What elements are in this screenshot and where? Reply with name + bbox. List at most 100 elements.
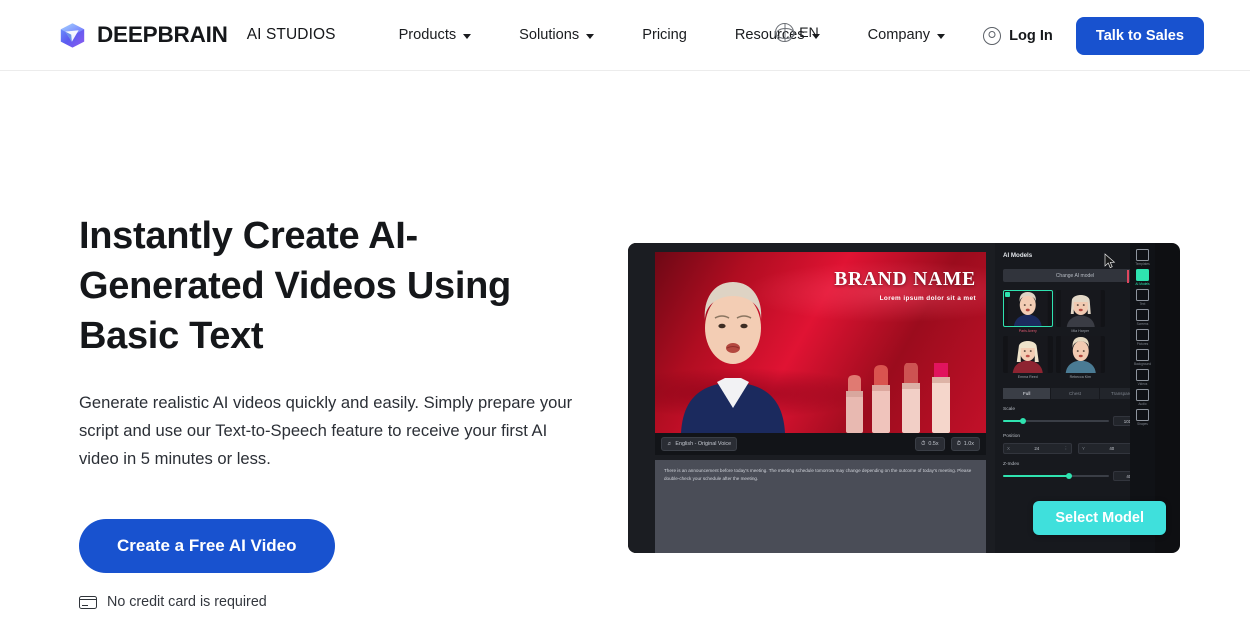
chevron-down-icon [463, 33, 472, 39]
model-thumbnail [1003, 336, 1053, 373]
login-button[interactable]: Log In [983, 26, 1053, 45]
language-switcher[interactable]: EN [775, 23, 819, 42]
avatar-icon [1136, 269, 1149, 281]
user-circle-icon [983, 26, 1002, 45]
template-icon [1136, 249, 1149, 261]
rail-item-pictures[interactable]: Pictures [1131, 329, 1154, 346]
nav-label: Pricing [642, 27, 687, 43]
segment-chest[interactable]: Chest [1051, 388, 1099, 399]
cube-logo-icon [59, 22, 86, 49]
position-x-axis: X [1007, 446, 1010, 451]
rail-label: Background [1133, 362, 1151, 366]
screen-icon [1136, 309, 1149, 321]
nav-item-pricing[interactable]: Pricing [642, 21, 687, 49]
model-card[interactable]: Mia Harper [1055, 290, 1105, 333]
clock-icon: ⏱ [956, 440, 961, 447]
selected-check-icon [1005, 292, 1010, 297]
script-text: There is an announcement before today's … [664, 468, 972, 481]
video-icon [1136, 369, 1149, 381]
stage-brand-text: BRAND NAME Lorem ipsum dolor sit a met [834, 270, 976, 302]
voice-selector-chip[interactable]: ♬ English - Original Voice [661, 437, 738, 451]
brand-subtitle: AI STUDIOS [246, 26, 336, 43]
rail-item-templates[interactable]: Templates [1131, 249, 1154, 266]
page-title: Instantly Create AI-Generated Videos Usi… [79, 215, 511, 357]
avatar-presenter [681, 282, 785, 433]
chevron-down-icon [937, 33, 946, 39]
model-thumbnail [1055, 336, 1105, 373]
position-y-axis: Y [1082, 446, 1085, 451]
stage-brand-title: BRAND NAME [834, 269, 976, 290]
background-icon [1136, 349, 1149, 361]
rail-label: Screens [1136, 322, 1149, 326]
model-name: Emma Reed [1017, 375, 1038, 379]
position-y-value: 40 [1109, 446, 1115, 451]
image-icon [1136, 329, 1149, 341]
voice-wave-icon: ♬ [667, 441, 673, 447]
zindex-slider-knob[interactable] [1065, 473, 1072, 479]
model-card[interactable]: Emma Reed [1003, 336, 1053, 379]
model-name: Mia Harper [1071, 329, 1090, 333]
select-model-button[interactable]: Select Model [1033, 501, 1166, 535]
speed-chip[interactable]: ⏱ 1.0x [950, 437, 980, 451]
model-grid: Paris Avery Mia Harper Emma Reed Rebecca… [1003, 290, 1105, 379]
rail-item-text[interactable]: Text [1131, 289, 1154, 306]
brand-logo[interactable]: DEEPBRAIN AI STUDIOS [59, 22, 336, 49]
rail-label: Text [1139, 302, 1146, 306]
model-thumbnail [1055, 290, 1105, 327]
rail-label: Shapes [1137, 422, 1148, 426]
text-icon [1136, 289, 1149, 301]
credit-card-icon [79, 595, 97, 609]
position-label: Position [1003, 434, 1021, 439]
nav-label: Company [867, 27, 931, 43]
crop-segment-control: Full Chest Transparent [1003, 388, 1147, 399]
rail-label: Templates [1135, 262, 1150, 266]
nav-item-company[interactable]: Company [867, 21, 946, 49]
video-stage: BRAND NAME Lorem ipsum dolor sit a met [655, 252, 986, 433]
scale-slider[interactable] [1003, 418, 1109, 424]
audio-icon [1136, 389, 1149, 401]
site-header: DEEPBRAIN AI STUDIOS Products Solutions … [0, 0, 1250, 71]
zindex-label: Z-Index [1003, 462, 1020, 467]
stage-toolbar-right: ⏱ 0.5x ⏱ 1.0x [915, 437, 980, 451]
position-control: X 24 ⋮ Y 40 ⋮ [1003, 443, 1147, 454]
zindex-control: 404 [1003, 471, 1147, 481]
zindex-slider[interactable] [1003, 473, 1109, 479]
stepper-icon[interactable]: ⋮ [1064, 446, 1068, 452]
rail-label: AI Models [1135, 282, 1150, 286]
stage-brand-subtitle: Lorem ipsum dolor sit a met [879, 294, 976, 302]
rail-item-background[interactable]: Background [1131, 349, 1154, 366]
model-card[interactable]: Rebecca Kim [1055, 336, 1105, 379]
language-label: EN [799, 24, 819, 41]
hero-copy: Instantly Create AI-Generated Videos Usi… [79, 211, 599, 610]
speed-label: 1.0x [963, 441, 974, 447]
nav-item-solutions[interactable]: Solutions [519, 21, 595, 49]
scale-label: Scale [1003, 407, 1015, 412]
talk-to-sales-button[interactable]: Talk to Sales [1075, 16, 1204, 55]
main-navigation: Products Solutions Pricing Resources Com… [399, 21, 946, 49]
editor-pane: BRAND NAME Lorem ipsum dolor sit a met ♬… [628, 243, 995, 553]
rail-item-ai-models[interactable]: AI Models [1127, 269, 1154, 286]
duration-chip[interactable]: ⏱ 0.5x [915, 437, 945, 451]
rail-label: Videos [1137, 382, 1148, 386]
clock-icon: ⏱ [921, 440, 926, 447]
rail-label: Pictures [1136, 342, 1149, 346]
model-name: Rebecca Kim [1069, 375, 1091, 379]
model-card[interactable]: Paris Avery [1003, 290, 1053, 333]
script-textarea[interactable]: There is an announcement before today's … [655, 460, 986, 553]
rail-item-shapes[interactable]: Shapes [1131, 409, 1154, 426]
change-ai-model-button[interactable]: Change AI model [1003, 269, 1147, 282]
position-x-field[interactable]: X 24 ⋮ [1003, 443, 1072, 454]
rail-item-videos[interactable]: Videos [1131, 369, 1154, 386]
position-x-value: 24 [1034, 446, 1040, 451]
duration-label: 0.5x [928, 441, 939, 447]
chevron-down-icon [586, 33, 595, 39]
stage-toolbar: ♬ English - Original Voice ⏱ 0.5x ⏱ 1.0x [655, 433, 986, 455]
no-credit-card-label: No credit card is required [107, 594, 267, 610]
scale-slider-knob[interactable] [1020, 418, 1027, 424]
create-free-ai-video-button[interactable]: Create a Free AI Video [79, 519, 335, 573]
model-thumbnail [1003, 290, 1053, 327]
rail-item-audio[interactable]: Audio [1131, 389, 1154, 406]
rail-item-screens[interactable]: Screens [1131, 309, 1154, 326]
nav-item-products[interactable]: Products [399, 21, 472, 49]
segment-full[interactable]: Full [1003, 388, 1051, 399]
